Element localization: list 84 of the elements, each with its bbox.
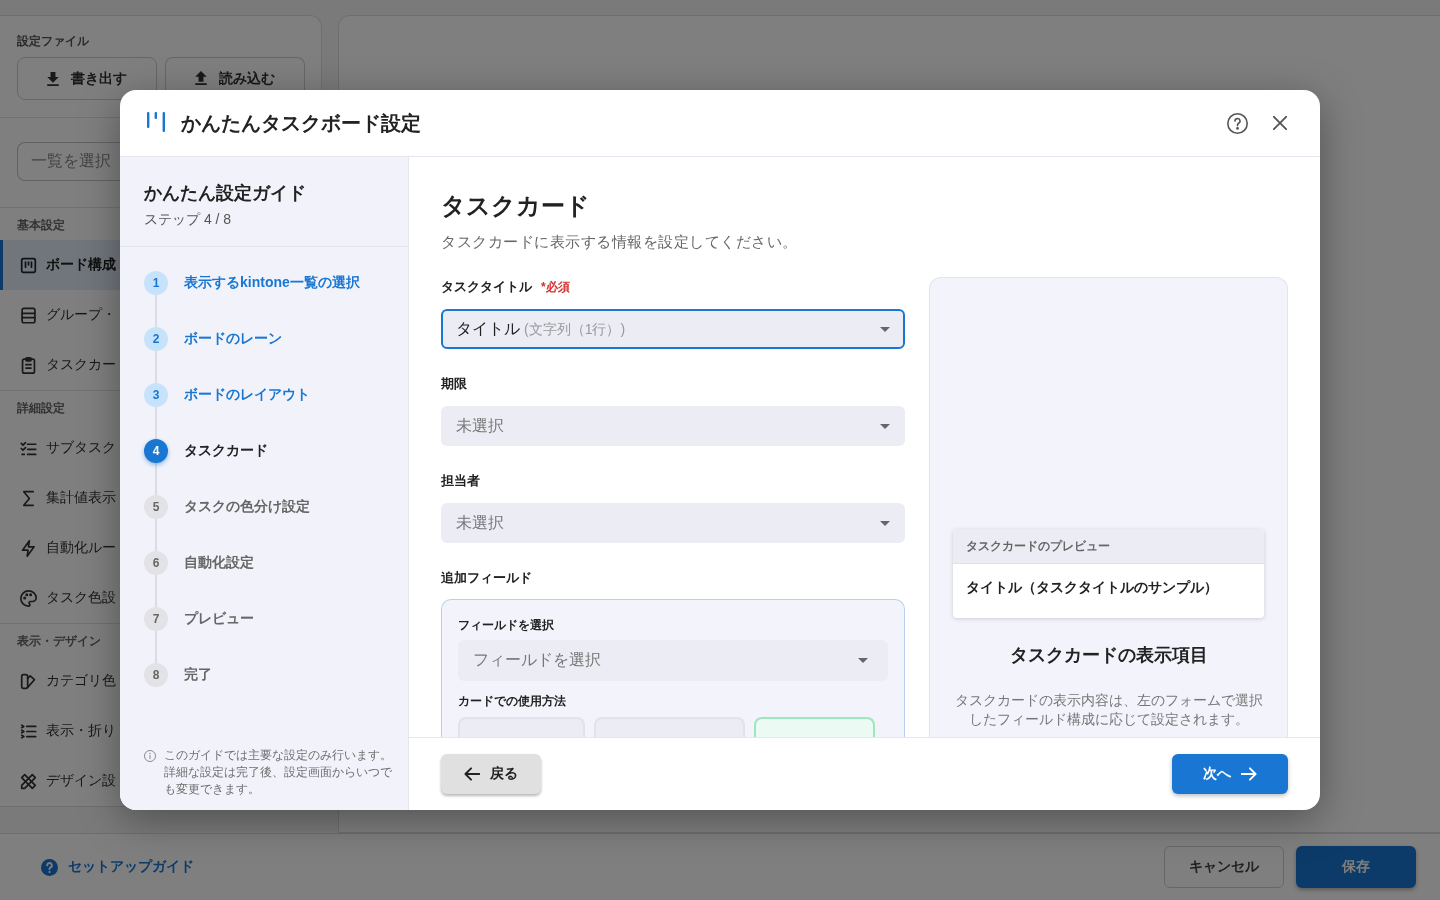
setup-guide-link[interactable]: セットアップガイド [41, 858, 194, 876]
section-label: 設定ファイル [17, 33, 89, 50]
import-button[interactable]: 読み込む [165, 57, 305, 90]
cancel-button[interactable]: キャンセル [1164, 846, 1284, 888]
nav-item[interactable]: カテゴリ色 [0, 656, 122, 706]
upload-icon [195, 71, 207, 85]
step-label[interactable]: 自動化設定 [184, 554, 254, 572]
caret-icon [880, 326, 890, 332]
caret-icon [880, 520, 890, 526]
arrow-left-icon [464, 767, 480, 781]
lightning-icon [20, 539, 37, 557]
step-counter: ステップ 4 / 8 [144, 210, 232, 229]
nav-item[interactable]: グループ・ [0, 290, 122, 340]
tools-icon [20, 772, 37, 790]
nav-item[interactable]: タスクカー [0, 340, 122, 390]
dialog-title: かんたんタスクボード設定 [181, 110, 421, 136]
option-tile[interactable] [458, 717, 585, 737]
guide-title: かんたん設定ガイド [144, 182, 306, 205]
arrow-right-icon [1241, 767, 1257, 781]
help-icon [41, 858, 58, 876]
nav-item[interactable]: デザイン設 [0, 756, 122, 806]
step-label[interactable]: ボードのレーン [184, 330, 282, 348]
nav-section-title: 表示・デザイン [17, 633, 101, 650]
option-tile[interactable] [594, 717, 745, 737]
step-label[interactable]: タスクカード [184, 442, 268, 460]
field-label: フィールドを選択 [458, 617, 554, 634]
step-label[interactable]: 表示するkintone一覧の選択 [184, 274, 360, 292]
nav-item[interactable]: 表示・折り [0, 706, 122, 756]
step-number: 5 [144, 495, 168, 519]
nav-item[interactable]: 集計値表示 [0, 473, 122, 523]
option-tile[interactable] [754, 717, 875, 737]
field-label: 担当者 [441, 472, 480, 490]
rows-icon [20, 306, 37, 324]
list-icon [20, 722, 37, 740]
field-label: カードでの使用方法 [458, 693, 566, 710]
field-label: タスクタイトル [441, 278, 532, 296]
select-field[interactable]: タイトル (文字列（1行）) [441, 309, 905, 349]
step-number: 1 [144, 271, 168, 295]
preview-description: タスクカードの表示内容は、左のフォームで選択したフィールド構成に応じて設定されます。 [953, 691, 1264, 729]
page-title: タスクカード [441, 191, 590, 221]
checklist-icon [20, 439, 37, 457]
required-mark: *必須 [541, 279, 570, 296]
caret-icon [880, 423, 890, 429]
step-number: 7 [144, 607, 168, 631]
guide-note: このガイドでは主要な設定のみ行います。詳細な設定は完了後、設定画面からいつでも変更できます。 [164, 747, 393, 798]
field-label: 追加フィールド [441, 569, 532, 587]
nav-item[interactable]: タスク色設 [0, 573, 122, 623]
select-field[interactable]: 未選択 [441, 503, 905, 543]
step-number: 3 [144, 383, 168, 407]
nav-item[interactable]: ボード構成 [0, 240, 122, 290]
step-label[interactable]: プレビュー [184, 610, 254, 628]
download-icon [47, 71, 59, 86]
step-number: 8 [144, 663, 168, 687]
clipboard-icon [20, 356, 37, 374]
nav-item[interactable]: 自動化ルー [0, 523, 122, 573]
close-icon[interactable] [1273, 116, 1287, 130]
step-label[interactable]: タスクの色分け設定 [184, 498, 310, 516]
export-button[interactable]: 書き出す [17, 57, 157, 100]
nav-section-title: 基本設定 [17, 217, 65, 234]
back-button[interactable]: 戻る [441, 754, 541, 794]
card-header: タスクカードのプレビュー [953, 529, 1264, 564]
save-button[interactable]: 保存 [1296, 846, 1416, 888]
nav-section-title: 詳細設定 [17, 400, 65, 417]
nav-item[interactable]: サブタスク [0, 423, 122, 473]
step-number: 2 [144, 327, 168, 351]
step-label[interactable]: 完了 [184, 666, 212, 684]
step-number: 6 [144, 551, 168, 575]
sigma-icon [20, 489, 37, 507]
category-icon [20, 672, 37, 690]
info-icon [144, 750, 156, 762]
select-field[interactable]: フィールドを選択 [458, 640, 888, 681]
page-description: タスクカードに表示する情報を設定してください。 [441, 232, 798, 252]
preview-heading: タスクカードの表示項目 [1008, 644, 1209, 667]
select-field[interactable]: 未選択 [441, 406, 905, 446]
field-label: 期限 [441, 375, 467, 393]
palette-icon [20, 589, 37, 607]
caret-icon [858, 658, 868, 663]
board-icon [20, 256, 37, 274]
next-button[interactable]: 次へ [1172, 754, 1288, 794]
step-label[interactable]: ボードのレイアウト [184, 386, 310, 404]
card-title: タイトル（タスクタイトルのサンプル） [966, 579, 1218, 595]
logo-icon [147, 112, 165, 132]
step-number: 4 [144, 439, 168, 463]
help-icon[interactable] [1227, 112, 1248, 134]
